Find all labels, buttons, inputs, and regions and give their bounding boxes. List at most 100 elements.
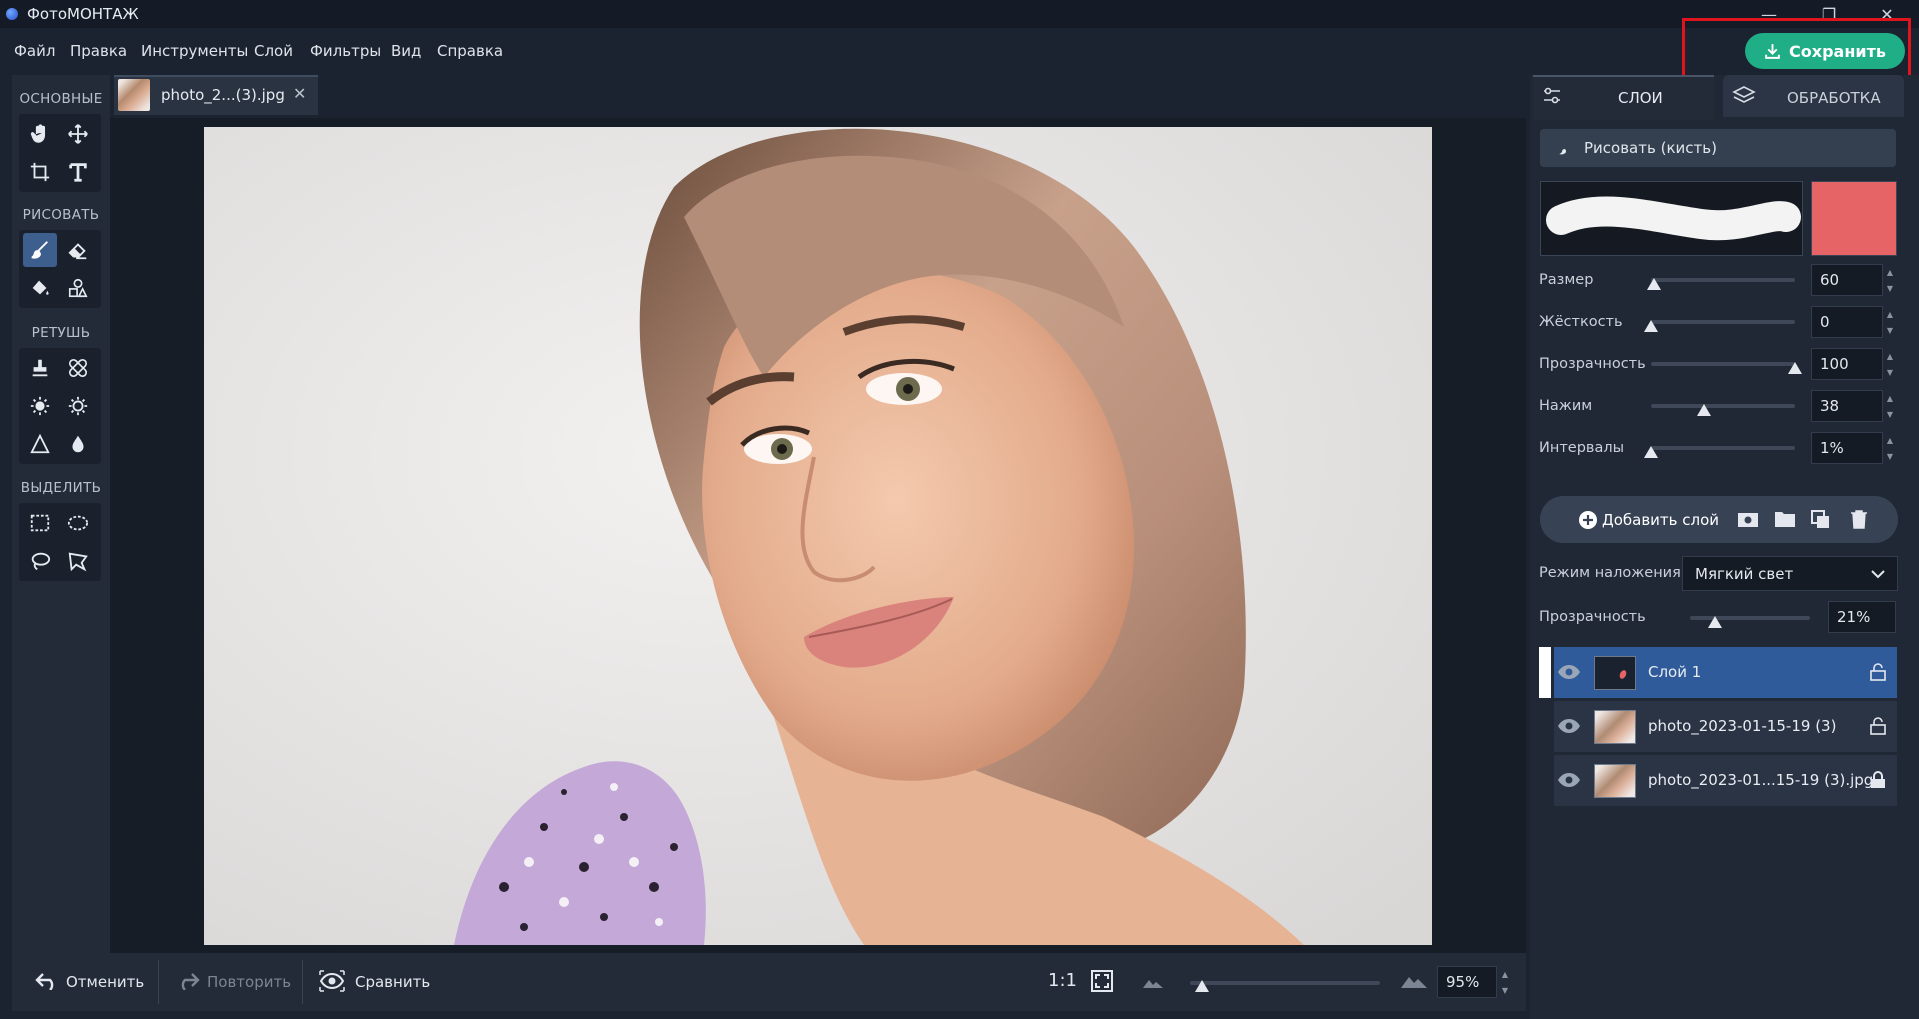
setting-spinner[interactable]: ▲ ▼: [1884, 306, 1896, 338]
blend-mode-select[interactable]: Мягкий свет: [1682, 556, 1898, 591]
layer-opacity-thumb[interactable]: [1708, 616, 1722, 628]
setting-spinner[interactable]: ▲ ▼: [1884, 390, 1896, 422]
eraser-tool-icon[interactable]: [61, 233, 95, 267]
unlock-icon[interactable]: [1870, 663, 1886, 685]
setting-spinner[interactable]: ▲ ▼: [1884, 432, 1896, 464]
photo-canvas[interactable]: [204, 127, 1432, 945]
image-layer-icon[interactable]: [1737, 511, 1759, 533]
setting-slider-track[interactable]: [1651, 320, 1795, 324]
blur-tool-icon[interactable]: [61, 427, 95, 461]
document-tab-label: photo_2...(3).jpg: [161, 86, 285, 104]
undo-icon[interactable]: [35, 972, 59, 994]
menu-file[interactable]: Файл: [14, 42, 55, 60]
eye-icon[interactable]: [1557, 772, 1581, 792]
setting-label: Интервалы: [1539, 440, 1625, 456]
brush-color-swatch[interactable]: [1811, 181, 1897, 256]
setting-value-field[interactable]: 1%: [1811, 432, 1883, 464]
menu-view[interactable]: Вид: [391, 42, 421, 60]
redo-icon[interactable]: [176, 972, 200, 994]
setting-slider-thumb[interactable]: [1788, 362, 1802, 374]
setting-value-field[interactable]: 0: [1811, 306, 1883, 338]
portrait-photo: [204, 127, 1432, 945]
setting-value-field[interactable]: 100: [1811, 348, 1883, 380]
fill-tool-icon[interactable]: [23, 271, 57, 305]
trash-icon[interactable]: [1850, 509, 1868, 533]
setting-slider-thumb[interactable]: [1644, 446, 1658, 458]
setting-spinner[interactable]: ▲ ▼: [1884, 264, 1896, 296]
ellipse-select-icon[interactable]: [61, 506, 95, 540]
setting-label: Нажим: [1539, 398, 1593, 414]
setting-slider-thumb[interactable]: [1647, 278, 1661, 290]
healing-tool-icon[interactable]: [61, 351, 95, 385]
setting-spinner[interactable]: ▲ ▼: [1884, 348, 1896, 380]
tool-group-retouch: [19, 348, 101, 464]
shapes-tool-icon[interactable]: [61, 271, 95, 305]
setting-label: Размер: [1539, 272, 1594, 288]
setting-value-field[interactable]: 60: [1811, 264, 1883, 296]
section-basic-title: ОСНОВНЫЕ: [19, 91, 103, 107]
tab-processing-label: ОБРАБОТКА: [1787, 89, 1881, 107]
zoom-spinner[interactable]: ▲ ▼: [1499, 966, 1511, 998]
setting-slider-track[interactable]: [1651, 362, 1795, 366]
add-layer-button[interactable]: Добавить слой: [1602, 511, 1719, 529]
brush-preview[interactable]: [1540, 181, 1803, 256]
unlock-icon[interactable]: [1870, 717, 1886, 739]
compare-eye-icon[interactable]: [319, 970, 345, 996]
duplicate-layer-icon[interactable]: [1811, 510, 1831, 534]
blend-mode-label: Режим наложения:: [1539, 565, 1686, 581]
setting-label: Жёсткость: [1539, 314, 1623, 330]
sharpen-tool-icon[interactable]: [23, 427, 57, 461]
brush-mode-label: Рисовать (кисть): [1584, 139, 1717, 157]
lasso-icon[interactable]: [23, 544, 57, 578]
close-tab-icon[interactable]: ✕: [293, 84, 306, 103]
rect-select-icon[interactable]: [23, 506, 57, 540]
folder-icon[interactable]: [1774, 510, 1796, 532]
brush-tool-icon[interactable]: [23, 233, 57, 267]
chevron-down-icon: [1871, 570, 1885, 579]
layer-name: photo_2023-01...15-19 (3).jpg: [1648, 771, 1874, 789]
zoom-slider-track[interactable]: [1190, 981, 1380, 985]
move-tool-icon[interactable]: [61, 117, 95, 151]
dodge-tool-icon[interactable]: [23, 389, 57, 423]
stamp-tool-icon[interactable]: [23, 351, 57, 385]
lock-icon[interactable]: [1870, 771, 1886, 793]
menu-tools[interactable]: Инструменты: [141, 42, 248, 60]
actual-size-button[interactable]: 1:1: [1048, 970, 1077, 991]
menu-layer[interactable]: Слой: [254, 42, 293, 60]
zoom-in-mountain-icon[interactable]: [1400, 971, 1428, 993]
brush-mode-dropdown[interactable]: Рисовать (кисть): [1540, 129, 1896, 167]
add-layer-plus-icon[interactable]: [1578, 510, 1598, 534]
eye-icon[interactable]: [1557, 664, 1581, 684]
sliders-icon: [1542, 86, 1562, 110]
setting-slider-thumb[interactable]: [1697, 404, 1711, 416]
menu-edit[interactable]: Правка: [70, 42, 127, 60]
text-tool-icon[interactable]: [61, 155, 95, 189]
app-title: ФотоМОНТАЖ: [27, 5, 139, 23]
tool-group-basic: [19, 114, 101, 192]
layers-stack-icon: [1732, 85, 1756, 111]
setting-slider-track[interactable]: [1651, 278, 1795, 282]
eye-icon[interactable]: [1557, 718, 1581, 738]
zoom-slider-thumb[interactable]: [1195, 980, 1209, 992]
menu-filters[interactable]: Фильтры: [310, 42, 381, 60]
layer-thumbnail: [1594, 710, 1636, 744]
setting-value-field[interactable]: 38: [1811, 390, 1883, 422]
menu-help[interactable]: Справка: [437, 42, 503, 60]
setting-slider-thumb[interactable]: [1644, 320, 1658, 332]
setting-slider-track[interactable]: [1651, 446, 1795, 450]
redo-button[interactable]: Повторить: [207, 973, 291, 991]
zoom-value-field[interactable]: 95%: [1437, 966, 1497, 998]
undo-button[interactable]: Отменить: [66, 973, 144, 991]
hand-tool-icon[interactable]: [23, 117, 57, 151]
tool-group-draw: [19, 230, 101, 308]
layer-opacity-field[interactable]: 21%: [1828, 601, 1896, 633]
polygon-lasso-icon[interactable]: [61, 544, 95, 578]
fit-screen-icon[interactable]: [1090, 969, 1114, 997]
compare-button[interactable]: Сравнить: [355, 973, 430, 991]
burn-tool-icon[interactable]: [61, 389, 95, 423]
layer-opacity-label: Прозрачность: [1539, 609, 1646, 625]
zoom-out-mountain-icon[interactable]: [1142, 975, 1164, 993]
crop-tool-icon[interactable]: [23, 155, 57, 189]
setting-slider-track[interactable]: [1651, 404, 1795, 408]
section-retouch-title: РЕТУШЬ: [31, 325, 91, 341]
